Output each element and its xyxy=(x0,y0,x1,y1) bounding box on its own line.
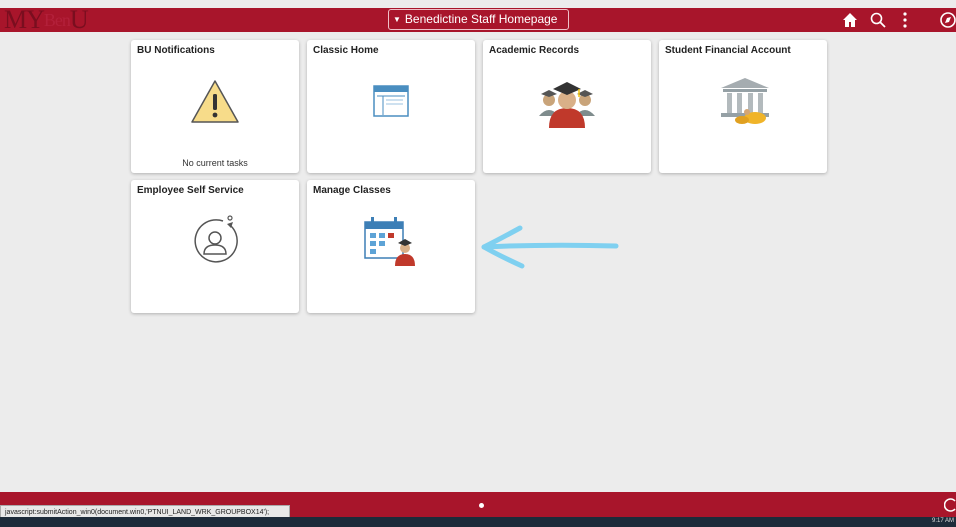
tile-title: Employee Self Service xyxy=(137,185,244,196)
tile-title: Classic Home xyxy=(313,45,379,56)
homepage-selector[interactable]: ▼ Benedictine Staff Homepage xyxy=(388,9,569,30)
home-icon[interactable] xyxy=(841,11,859,29)
os-taskbar: 9:17 AM xyxy=(0,517,956,527)
graduate-icon xyxy=(539,82,595,128)
tile-academic-records[interactable]: Academic Records xyxy=(483,40,651,173)
tile-student-financial-account[interactable]: Student Financial Account xyxy=(659,40,827,173)
refresh-icon[interactable] xyxy=(944,498,956,512)
user-circle-icon xyxy=(194,215,238,263)
arrow-left-annotation xyxy=(481,225,619,269)
actions-menu-icon[interactable] xyxy=(896,11,914,29)
mybenu-logo[interactable]: MYBenU xyxy=(4,5,89,34)
top-banner: MYBenU ▼ Benedictine Staff Homepage xyxy=(0,5,956,34)
tile-title: Manage Classes xyxy=(313,185,391,196)
homepage-selector-label: Benedictine Staff Homepage xyxy=(404,12,558,26)
browser-window-icon xyxy=(373,85,409,117)
logo-my: MY xyxy=(4,5,45,34)
search-icon[interactable] xyxy=(869,11,887,29)
tile-bu-notifications[interactable]: BU Notifications No current tasks xyxy=(131,40,299,173)
tile-status-text: No current tasks xyxy=(182,158,248,168)
logo-u: U xyxy=(69,5,89,34)
page-indicator-dot[interactable] xyxy=(479,503,484,508)
tile-employee-self-service[interactable]: Employee Self Service xyxy=(131,180,299,313)
tile-classic-home[interactable]: Classic Home xyxy=(307,40,475,173)
warning-icon xyxy=(191,80,239,123)
logo-ben: Ben xyxy=(43,10,71,30)
navbar-icon[interactable] xyxy=(939,11,956,29)
taskbar-clock: 9:17 AM xyxy=(931,518,954,524)
tile-manage-classes[interactable]: Manage Classes xyxy=(307,180,475,313)
tile-title: BU Notifications xyxy=(137,45,215,56)
status-url-text: javascript:submitAction_win0(document.wi… xyxy=(5,509,270,516)
caret-down-icon: ▼ xyxy=(393,15,401,24)
calendar-instructor-icon xyxy=(364,217,415,266)
tile-title: Academic Records xyxy=(489,45,580,56)
bank-icon xyxy=(721,78,769,124)
tile-title: Student Financial Account xyxy=(665,45,791,56)
